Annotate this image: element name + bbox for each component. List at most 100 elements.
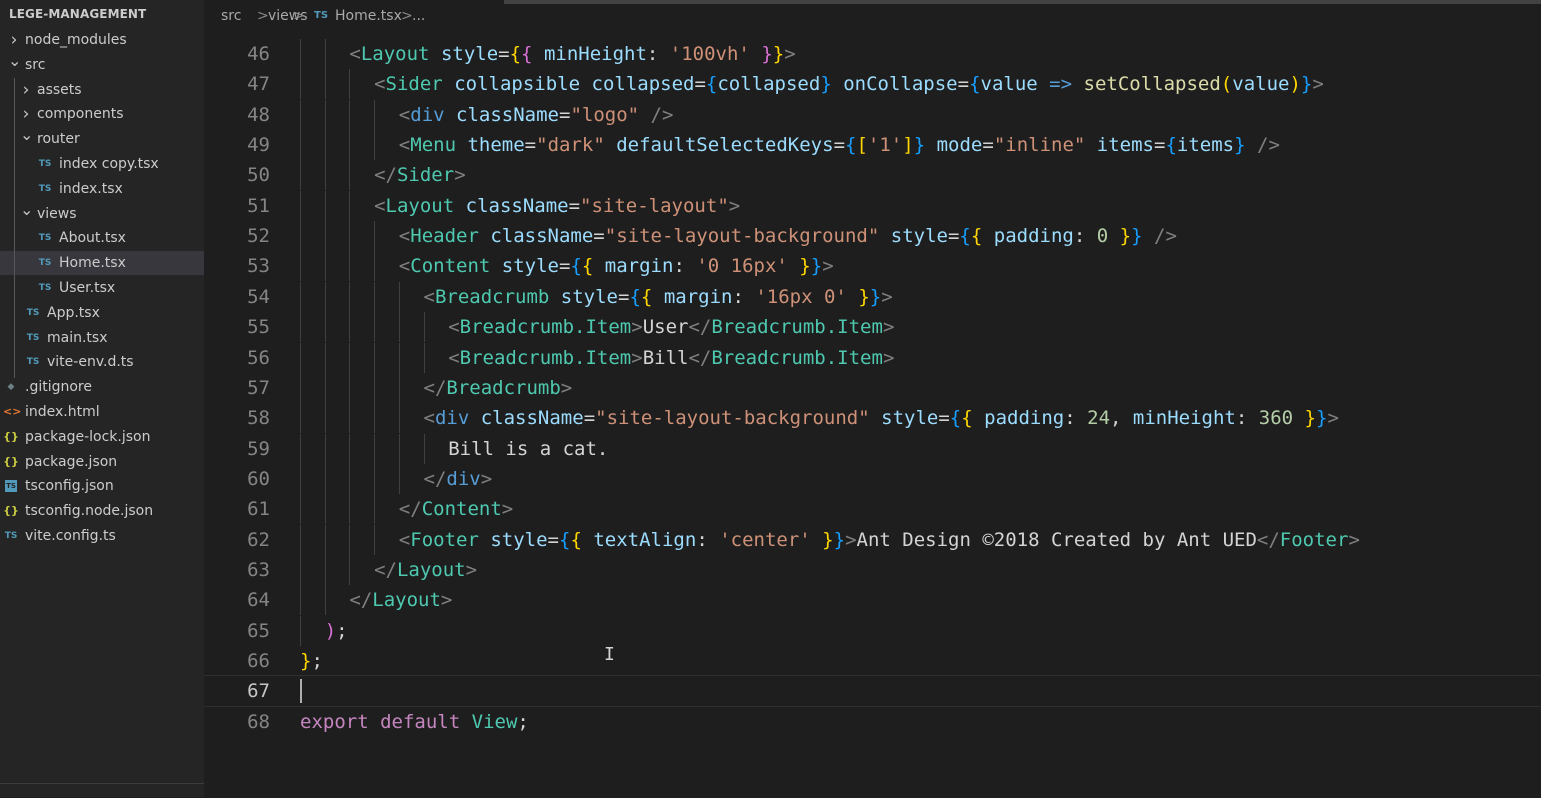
ts-file-icon: TS — [26, 307, 40, 318]
tree-item-vite-config-ts[interactable]: TS vite.config.ts — [0, 524, 204, 548]
tree-item-router[interactable]: ⌄ router — [0, 125, 204, 151]
tree-item-views[interactable]: ⌄ views — [0, 200, 204, 226]
code-line[interactable]: 62 <Footer style={{ textAlign: 'center' }… — [204, 524, 1541, 555]
line-number: 48 — [247, 103, 270, 126]
line-number: 55 — [247, 316, 270, 339]
indent-guide — [300, 251, 301, 282]
tree-item-src[interactable]: ⌄ src — [0, 51, 204, 77]
code-text: </Layout> — [374, 558, 478, 581]
code-line[interactable]: 54 <Breadcrumb style={{ margin: '16px 0' … — [204, 281, 1541, 312]
tree-item-vite-env-d-ts[interactable]: TS vite-env.d.ts — [0, 350, 204, 374]
indent-guide — [398, 403, 400, 434]
explorer-sidebar: LEGE-MANAGEMENT › node_modules ⌄ src › assets… — [0, 0, 204, 797]
code-line[interactable]: 68 export default View; — [204, 707, 1541, 737]
code-line[interactable]: 48 <div className="logo" /> — [204, 99, 1541, 130]
code-line[interactable]: 46 <Layout style={{ minHeight: '100vh' }}… — [204, 39, 1541, 69]
indent-guide — [349, 281, 351, 312]
tree-item-node-modules[interactable]: › node_modules — [0, 28, 204, 52]
line-number: 68 — [247, 710, 270, 733]
ts-file-icon: TS — [38, 233, 52, 244]
tree-item-label: .gitignore — [25, 379, 92, 396]
editor-area[interactable]: src > views > TS Home.tsx >... 46 <Layout style… — [204, 0, 1541, 797]
code-line[interactable]: 60 </div> — [204, 463, 1541, 494]
code-line[interactable]: 50 </Sider> — [204, 160, 1541, 191]
code-text: </Breadcrumb> — [423, 376, 573, 399]
code-line[interactable]: 47 <Sider collapsible collapsed={collapse… — [204, 69, 1541, 100]
indent-guide — [324, 221, 326, 252]
tree-item-assets[interactable]: › assets — [0, 78, 204, 102]
tree-item-user-tsx[interactable]: TS User.tsx — [0, 276, 204, 300]
indent-guide — [300, 69, 301, 100]
indent-guide — [300, 312, 301, 343]
code-line[interactable]: 51 <Layout className="site-layout"> — [204, 190, 1541, 221]
indent-guide — [300, 615, 301, 646]
code-line[interactable]: 58 <div className="site-layout-background… — [204, 403, 1541, 434]
indent-guide — [324, 69, 326, 100]
indent-guide — [374, 251, 376, 282]
indent-guide — [324, 99, 326, 130]
code-line[interactable]: 55 <Breadcrumb.Item>User</Breadcrumb.Item… — [204, 312, 1541, 343]
tree-item-tsconfig-node-json[interactable]: {} tsconfig.node.json — [0, 499, 204, 523]
code-line[interactable]: 65); — [204, 615, 1541, 646]
tree-item-label: package-lock.json — [25, 428, 151, 445]
mouse-ibeam-cursor-icon: I — [604, 644, 615, 665]
code-line[interactable]: 53 <Content style={{ margin: '0 16px' }}> — [204, 251, 1541, 282]
breadcrumb-item[interactable]: src — [221, 0, 241, 32]
line-number: 50 — [247, 164, 270, 187]
indent-guide — [374, 281, 376, 312]
code-line[interactable]: 49 <Menu theme="dark" defaultSelectedKeys… — [204, 130, 1541, 161]
tree-item-app-tsx[interactable]: TS App.tsx — [0, 301, 204, 325]
line-number: 49 — [247, 134, 270, 157]
tree-item-label: index copy.tsx — [59, 156, 159, 172]
chevron-down-icon: ⌄ — [20, 199, 34, 219]
code-line[interactable]: 56 <Breadcrumb.Item>Bill</Breadcrumb.Item… — [204, 342, 1541, 373]
code-line[interactable]: 59 Bill is a cat. — [204, 433, 1541, 464]
code-text: </Content> — [398, 498, 514, 521]
code-line[interactable]: 67 — [204, 675, 1541, 708]
tree-item-home-tsx[interactable]: TS Home.tsx — [0, 251, 204, 276]
json-file-icon: {} — [3, 429, 19, 443]
code-text: ); — [324, 619, 348, 642]
tree-item-index-html[interactable]: <> index.html — [0, 400, 204, 424]
tree-item-label: router — [37, 131, 80, 148]
code-editor[interactable]: 46 <Layout style={{ minHeight: '100vh' }}… — [204, 32, 1541, 797]
code-text: <div className="site-layout-background" … — [423, 407, 1339, 430]
code-text: <Header className="site-layout-backgroun… — [398, 225, 1177, 248]
breadcrumb-separator: > — [293, 8, 305, 24]
code-line[interactable]: 64 </Layout> — [204, 585, 1541, 616]
code-text: <Content style={{ margin: '0 16px' }}> — [398, 255, 834, 278]
code-text: </Sider> — [374, 164, 466, 187]
tree-item--gitignore[interactable]: ◆ .gitignore — [0, 375, 204, 399]
tree-item-label: vite-env.d.ts — [47, 354, 134, 371]
indent-guide — [324, 281, 326, 312]
tree-item-package-lock-json[interactable]: {} package-lock.json — [0, 425, 204, 449]
tree-item-about-tsx[interactable]: TS About.tsx — [0, 226, 204, 250]
indent-guide — [349, 99, 351, 130]
tree-item-index-copy-tsx[interactable]: TS index copy.tsx — [0, 152, 204, 176]
line-number: 52 — [247, 225, 270, 248]
line-number: 61 — [247, 498, 270, 521]
code-text: </div> — [423, 467, 493, 490]
code-line[interactable]: 66}; — [204, 646, 1541, 676]
tree-item-main-tsx[interactable]: TS main.tsx — [0, 326, 204, 350]
tree-item-label: App.tsx — [47, 304, 100, 321]
ts-file-icon: TS — [38, 258, 52, 269]
sidebar-bottom-bar — [0, 783, 204, 798]
tree-item-label: About.tsx — [59, 230, 126, 247]
code-line[interactable]: 63 </Layout> — [204, 554, 1541, 585]
horizontal-scrollbar[interactable] — [504, 0, 1541, 4]
tree-item-label: vite.config.ts — [25, 528, 116, 544]
breadcrumb-item[interactable]: Home.tsx — [335, 0, 402, 32]
code-text: </Layout> — [349, 589, 453, 612]
line-number: 53 — [247, 255, 270, 278]
chevron-down-icon: ⌄ — [20, 125, 34, 145]
tree-item-package-json[interactable]: {} package.json — [0, 450, 204, 474]
indent-guide — [374, 433, 376, 464]
code-line[interactable]: 57 </Breadcrumb> — [204, 372, 1541, 403]
breadcrumb-item[interactable]: ... — [412, 0, 425, 32]
code-line[interactable]: 61 </Content> — [204, 494, 1541, 525]
line-number: 58 — [247, 407, 270, 430]
tree-item-tsconfig-json[interactable]: TS tsconfig.json — [0, 474, 204, 498]
indent-guide — [300, 130, 301, 161]
code-line[interactable]: 52 <Header className="site-layout-backgro… — [204, 221, 1541, 252]
